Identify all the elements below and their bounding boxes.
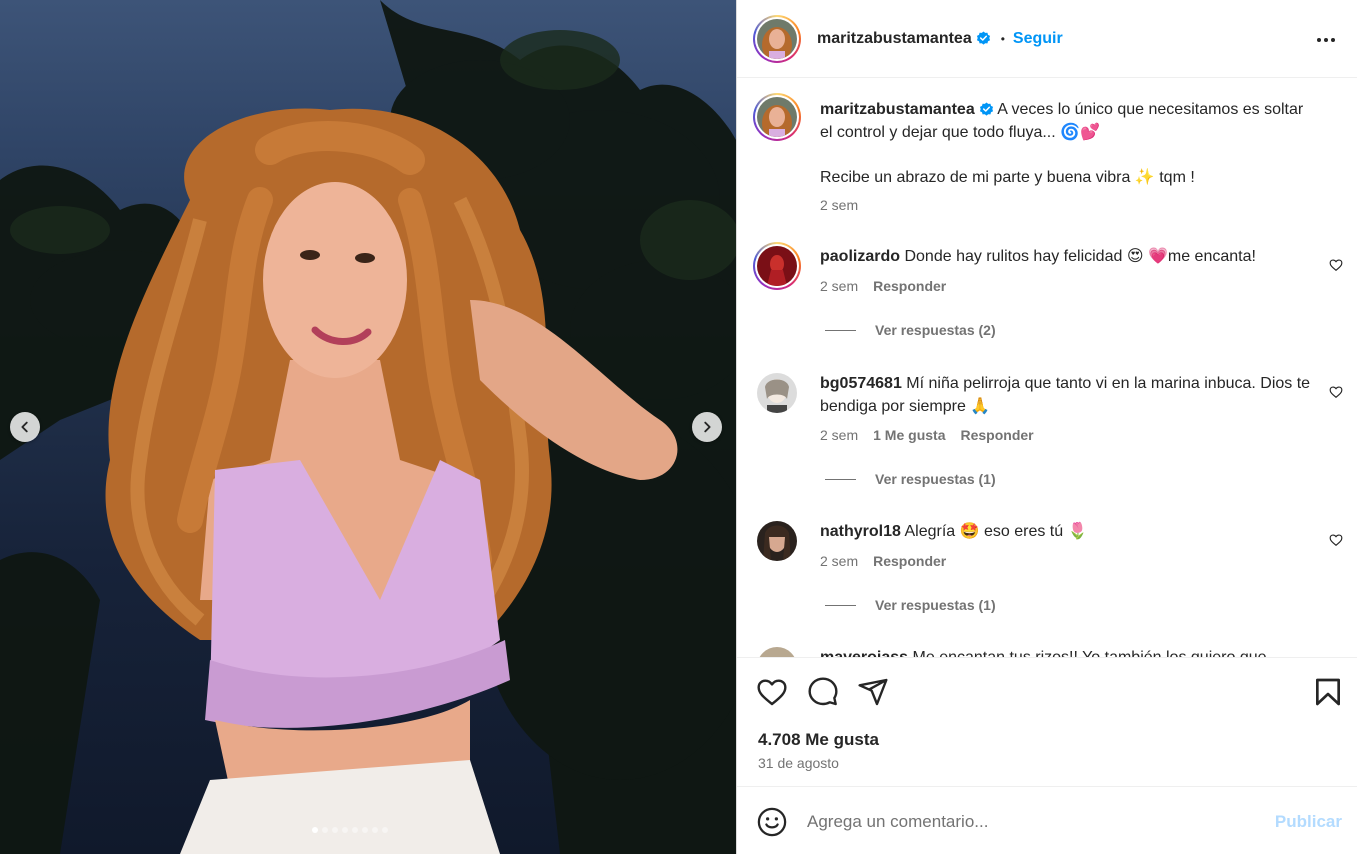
- comment-timestamp[interactable]: 2 sem: [820, 553, 858, 569]
- comment-username[interactable]: bg0574681: [820, 375, 902, 392]
- comment-text: Alegría 🤩 eso eres tú 🌷: [904, 523, 1088, 540]
- chevron-right-icon: [704, 421, 711, 433]
- view-replies-label: Ver respuestas (1): [875, 471, 996, 487]
- comment-item: nathyrol18 Alegría 🤩 eso eres tú 🌷 2 sem…: [753, 517, 1343, 627]
- caption-username[interactable]: maritzabustamantea: [820, 101, 975, 118]
- follow-button[interactable]: Seguir: [1013, 30, 1063, 48]
- view-replies-button[interactable]: Ver respuestas (2): [825, 322, 996, 338]
- view-replies-label: Ver respuestas (1): [875, 597, 996, 613]
- view-replies-button[interactable]: Ver respuestas (1): [825, 597, 996, 613]
- post-header: maritzabustamantea • Seguir: [737, 0, 1357, 78]
- comment-username[interactable]: maverojass: [820, 649, 908, 657]
- comment-item: maverojass Me encantan tus rizos!! Yo ta…: [753, 643, 1343, 657]
- comment-text: Donde hay rulitos hay felicidad 😍 💗me en…: [904, 248, 1256, 265]
- post-side-panel: maritzabustamantea • Seguir maritzabusta…: [736, 0, 1357, 854]
- slide-dot: [372, 827, 378, 833]
- emoji-icon[interactable]: [757, 807, 787, 837]
- previous-slide-button[interactable]: [10, 412, 40, 442]
- bookmark-icon[interactable]: [1312, 676, 1344, 708]
- comment-item: paolizardo Donde hay rulitos hay felicid…: [753, 242, 1343, 352]
- commenter-avatar[interactable]: [757, 373, 797, 413]
- commenter-avatar-image: [757, 647, 797, 657]
- comment-text: Me encantan tus rizos!! Yo también los q…: [913, 649, 1267, 657]
- verified-badge-icon: [979, 102, 993, 116]
- caption-timestamp[interactable]: 2 sem: [820, 197, 858, 213]
- slide-dot: [322, 827, 328, 833]
- comment-username[interactable]: nathyrol18: [820, 523, 901, 540]
- slide-dot: [332, 827, 338, 833]
- comment-icon[interactable]: [807, 676, 839, 708]
- reply-button[interactable]: Responder: [960, 427, 1033, 443]
- commenter-avatar-image: [757, 246, 797, 286]
- caption-avatar-image: [757, 97, 797, 137]
- commenter-avatar-image: [757, 373, 797, 413]
- reply-button[interactable]: Responder: [873, 278, 946, 294]
- comment-input[interactable]: [807, 807, 1257, 837]
- more-options-icon[interactable]: [1314, 28, 1338, 52]
- caption-text: maritzabustamantea A veces lo único que …: [820, 98, 1315, 189]
- like-comment-heart-icon[interactable]: [1329, 258, 1343, 272]
- post-media[interactable]: [0, 0, 736, 854]
- share-icon[interactable]: [857, 676, 889, 708]
- commenter-avatar-image: [757, 521, 797, 561]
- chevron-left-icon: [21, 421, 28, 433]
- comments-list[interactable]: maritzabustamantea A veces lo único que …: [737, 79, 1357, 657]
- post-photo: [0, 0, 736, 854]
- caption-avatar[interactable]: [753, 93, 801, 141]
- heart-icon[interactable]: [756, 676, 788, 708]
- comment-timestamp[interactable]: 2 sem: [820, 278, 858, 294]
- replies-divider: [825, 478, 856, 480]
- post-date[interactable]: 31 de agosto: [758, 755, 839, 771]
- comment-username[interactable]: paolizardo: [820, 248, 900, 265]
- author-username[interactable]: maritzabustamantea: [817, 30, 972, 48]
- caption-line-2: Recibe un abrazo de mi parte y buena vib…: [820, 169, 1195, 186]
- commenter-avatar[interactable]: [757, 647, 797, 657]
- author-avatar-image: [757, 18, 797, 59]
- comment-timestamp[interactable]: 2 sem: [820, 427, 858, 443]
- caption-meta: 2 sem: [820, 197, 858, 213]
- like-comment-heart-icon[interactable]: [1329, 533, 1343, 547]
- slide-dot: [312, 827, 318, 833]
- view-replies-button[interactable]: Ver respuestas (1): [825, 471, 996, 487]
- likes-count[interactable]: 4.708 Me gusta: [758, 730, 879, 750]
- comment-likes-count[interactable]: 1 Me gusta: [873, 427, 945, 443]
- view-replies-label: Ver respuestas (2): [875, 322, 996, 338]
- verified-badge-icon: [976, 31, 990, 45]
- slide-dot: [342, 827, 348, 833]
- separator-dot: •: [1000, 31, 1005, 46]
- replies-divider: [825, 604, 856, 606]
- slide-dot: [352, 827, 358, 833]
- like-comment-heart-icon[interactable]: [1329, 385, 1343, 399]
- slide-indicator: [312, 827, 388, 833]
- author-avatar[interactable]: [753, 14, 801, 63]
- post-actions: 4.708 Me gusta 31 de agosto: [737, 657, 1357, 786]
- comment-item: bg0574681 Mí niña pelirroja que tanto vi…: [753, 369, 1343, 499]
- reply-button[interactable]: Responder: [873, 553, 946, 569]
- slide-dot: [382, 827, 388, 833]
- next-slide-button[interactable]: [692, 412, 722, 442]
- post-caption: maritzabustamantea A veces lo único que …: [753, 93, 1343, 223]
- publish-button[interactable]: Publicar: [1275, 812, 1342, 832]
- commenter-avatar[interactable]: [753, 242, 801, 290]
- commenter-avatar[interactable]: [757, 521, 797, 561]
- replies-divider: [825, 329, 856, 331]
- comment-composer: Publicar: [737, 786, 1357, 854]
- slide-dot: [362, 827, 368, 833]
